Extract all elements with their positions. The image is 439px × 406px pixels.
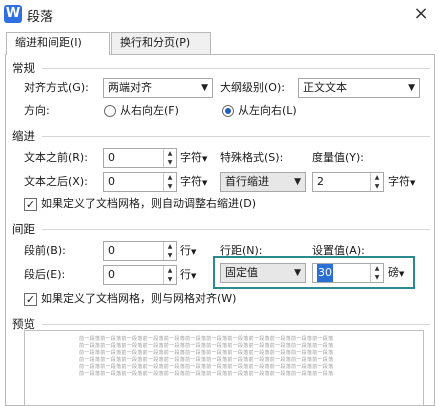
alignment-value: 两端对齐 [108,81,152,94]
spin-up-button[interactable]: ▲ [164,149,176,158]
spacing-section-header: 间距 [12,222,35,236]
measure-label: 度量值(Y): [312,151,365,164]
spin-up-button[interactable]: ▲ [371,173,383,182]
auto-adjust-right-indent-label[interactable]: 如果定义了文档网格，则自动调整右缩进(D) [41,195,256,213]
spin-arrows-icon: ▲ ▼ [163,149,176,167]
indent-before-value: 0 [108,151,115,164]
tab-line-page-breaks[interactable]: 换行和分页(P) [111,32,211,54]
chevron-down-icon: ▼ [202,155,208,163]
snap-to-grid-label[interactable]: 如果定义了文档网格，则与网格对齐(W) [41,290,236,308]
spin-down-button[interactable]: ▼ [371,273,383,282]
space-before-unit: 行 [180,244,191,257]
spin-arrows-icon: ▲ ▼ [163,242,176,260]
setting-value-input[interactable]: 30 [317,264,333,282]
special-format-label: 特殊格式(S): [220,151,284,164]
preview-line: 前一段落前一段落前一段落前一段落前一段落前一段落前一段落前一段落前一段落前一段落… [79,357,334,363]
preview-line: 前一段落前一段落前一段落前一段落前一段落前一段落前一段落前一段落前一段落前一段落… [79,336,334,342]
space-after-unit-dropdown[interactable]: 行▼ [180,266,196,285]
spin-arrows-icon: ▲ ▼ [370,264,383,282]
spin-up-button[interactable]: ▲ [164,173,176,182]
direction-label: 方向: [24,104,50,117]
space-before-unit-dropdown[interactable]: 行▼ [180,242,196,261]
setting-value-stepper[interactable]: 30 ▲ ▼ [312,263,384,283]
line-spacing-dropdown[interactable]: 固定值 ▼ [220,263,306,283]
chevron-down-icon: ▼ [294,177,301,187]
indent-after-unit: 字符 [180,175,202,188]
spacing-divider [42,229,430,230]
chevron-down-icon: ▼ [202,179,208,187]
space-before-label: 段前(B): [24,244,66,257]
setting-unit-dropdown[interactable]: 磅▼ [388,264,404,283]
setting-unit: 磅 [388,266,399,279]
measure-stepper[interactable]: 2 ▲ ▼ [312,172,384,192]
space-after-value: 0 [108,268,115,281]
spin-up-button[interactable]: ▲ [371,264,383,273]
spin-up-button[interactable]: ▲ [164,242,176,251]
ltr-radio-label[interactable]: 从左向右(L) [238,102,297,120]
spin-up-button[interactable]: ▲ [164,266,176,275]
indent-before-unit-dropdown[interactable]: 字符▼ [180,149,207,168]
outline-level-value: 正文文本 [303,81,347,94]
preview-pane: 前一段落前一段落前一段落前一段落前一段落前一段落前一段落前一段落前一段落前一段落… [24,330,424,406]
close-icon: × [413,3,429,24]
alignment-label: 对齐方式(G): [24,81,89,94]
spin-arrows-icon: ▲ ▼ [163,173,176,191]
title-bar [0,0,439,28]
chevron-down-icon: ▼ [408,83,415,93]
spin-down-button[interactable]: ▼ [164,158,176,167]
indent-after-unit-dropdown[interactable]: 字符▼ [180,173,207,192]
general-section-header: 常规 [12,61,35,75]
chevron-down-icon: ▼ [201,83,208,93]
chevron-down-icon: ▼ [410,179,416,187]
close-button[interactable]: × [406,2,436,26]
measure-unit: 字符 [388,175,410,188]
measure-value: 2 [317,175,324,188]
indent-before-unit: 字符 [180,151,202,164]
alignment-dropdown[interactable]: 两端对齐 ▼ [103,78,213,98]
preview-line: 前一段落前一段落前一段落前一段落前一段落前一段落前一段落前一段落前一段落前一段落… [79,350,334,356]
ltr-radio[interactable] [222,105,234,117]
preview-text: 前一段落前一段落前一段落前一段落前一段落前一段落前一段落前一段落前一段落前一段落… [79,335,369,377]
indent-after-label: 文本之后(X): [24,175,88,188]
general-divider [42,68,430,69]
indent-divider [42,136,430,137]
outline-level-dropdown[interactable]: 正文文本 ▼ [298,78,420,98]
spin-down-button[interactable]: ▼ [164,251,176,260]
indent-after-value: 0 [108,175,115,188]
dialog-title: 段落 [27,10,54,25]
auto-adjust-right-indent-checkbox[interactable]: ✓ [24,198,37,211]
preview-line: 前一段落前一段落前一段落前一段落前一段落前一段落前一段落前一段落前一段落前一段落… [79,343,334,349]
special-format-dropdown[interactable]: 首行缩进 ▼ [220,172,306,192]
indent-before-stepper[interactable]: 0 ▲ ▼ [103,148,177,168]
space-after-label: 段后(E): [24,268,66,281]
chevron-down-icon: ▼ [191,272,197,280]
preview-divider [42,324,430,325]
wps-writer-icon: W [4,5,22,23]
rtl-radio-label[interactable]: 从右向左(F) [120,102,179,120]
space-after-unit: 行 [180,268,191,281]
indent-after-stepper[interactable]: 0 ▲ ▼ [103,172,177,192]
spin-arrows-icon: ▲ ▼ [370,173,383,191]
indent-before-label: 文本之前(R): [24,151,88,164]
spin-arrows-icon: ▲ ▼ [163,266,176,284]
chevron-down-icon: ▼ [399,270,405,278]
preview-line: 前一段落前一段落前一段落前一段落前一段落前一段落前一段落前一段落前一段落前一段落… [79,364,334,370]
space-before-stepper[interactable]: 0 ▲ ▼ [103,241,177,261]
snap-to-grid-checkbox[interactable]: ✓ [24,293,37,306]
rtl-radio[interactable] [104,105,116,117]
chevron-down-icon: ▼ [294,268,301,278]
spin-down-button[interactable]: ▼ [164,182,176,191]
tab-indent-spacing[interactable]: 缩进和间距(I) [6,32,110,55]
special-format-value: 首行缩进 [225,175,269,188]
preview-line: 前一段落前一段落前一段落前一段落前一段落前一段落前一段落前一段落前一段落前一段落… [79,371,334,377]
chevron-down-icon: ▼ [191,248,197,256]
spin-down-button[interactable]: ▼ [164,275,176,284]
outline-level-label: 大纲级别(O): [220,81,285,94]
spin-down-button[interactable]: ▼ [371,182,383,191]
space-after-stepper[interactable]: 0 ▲ ▼ [103,265,177,285]
space-before-value: 0 [108,244,115,257]
measure-unit-dropdown[interactable]: 字符▼ [388,173,415,192]
indent-section-header: 缩进 [12,129,35,143]
line-spacing-value: 固定值 [225,266,258,279]
